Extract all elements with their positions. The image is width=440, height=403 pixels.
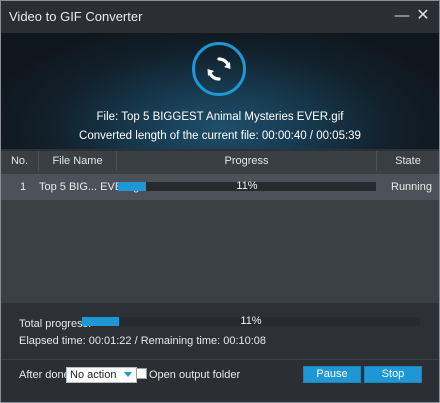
total-progress-text: 11%	[240, 315, 262, 327]
row-progress-bar: 11%	[118, 180, 376, 192]
total-progress-bar: 11%	[82, 315, 420, 327]
pause-button[interactable]: Pause	[303, 366, 361, 383]
action-bar: After done: No action Open output folder…	[1, 359, 439, 402]
window-title: Video to GIF Converter	[9, 9, 143, 24]
table-row[interactable]: 1 Top 5 BIG... EVER.gif 11% Running	[1, 174, 439, 200]
stop-button[interactable]: Stop	[364, 366, 422, 383]
current-file-text: File: Top 5 BIGGEST Animal Mysteries EVE…	[96, 111, 344, 123]
column-header-state: State	[395, 155, 421, 167]
converted-length-text: Converted length of the current file: 00…	[79, 130, 361, 142]
after-done-select[interactable]: No action	[66, 367, 137, 383]
column-header-file-name: File Name	[39, 151, 117, 171]
open-output-folder-checkbox[interactable]	[136, 368, 147, 379]
row-number: 1	[20, 181, 27, 193]
chevron-down-icon[interactable]	[124, 372, 132, 377]
conversion-status-panel: File: Top 5 BIGGEST Animal Mysteries EVE…	[1, 33, 439, 149]
after-done-label: After done:	[19, 369, 73, 381]
time-info: Elapsed time: 00:01:22 / Remaining time:…	[19, 335, 267, 347]
row-state: Running	[391, 181, 432, 193]
table-header: No. File Name Progress State	[1, 151, 439, 171]
column-header-no: No.	[1, 151, 39, 171]
close-button[interactable]: ✕	[415, 7, 431, 25]
minimize-button[interactable]: —	[394, 7, 410, 25]
total-progress-panel: Total progress: 11% Elapsed time: 00:01:…	[1, 305, 439, 359]
after-done-value: No action	[70, 369, 117, 381]
converter-window: Video to GIF Converter — ✕ File: Top 5 B…	[0, 0, 440, 403]
refresh-icon	[192, 42, 246, 96]
open-output-folder-label[interactable]: Open output folder	[149, 369, 240, 381]
row-progress-text: 11%	[236, 180, 258, 192]
file-list: 1 Top 5 BIG... EVER.gif 11% Running	[1, 171, 439, 303]
title-bar: Video to GIF Converter — ✕	[1, 1, 439, 33]
total-progress-label: Total progress:	[19, 318, 92, 330]
column-header-progress: Progress	[117, 151, 377, 171]
